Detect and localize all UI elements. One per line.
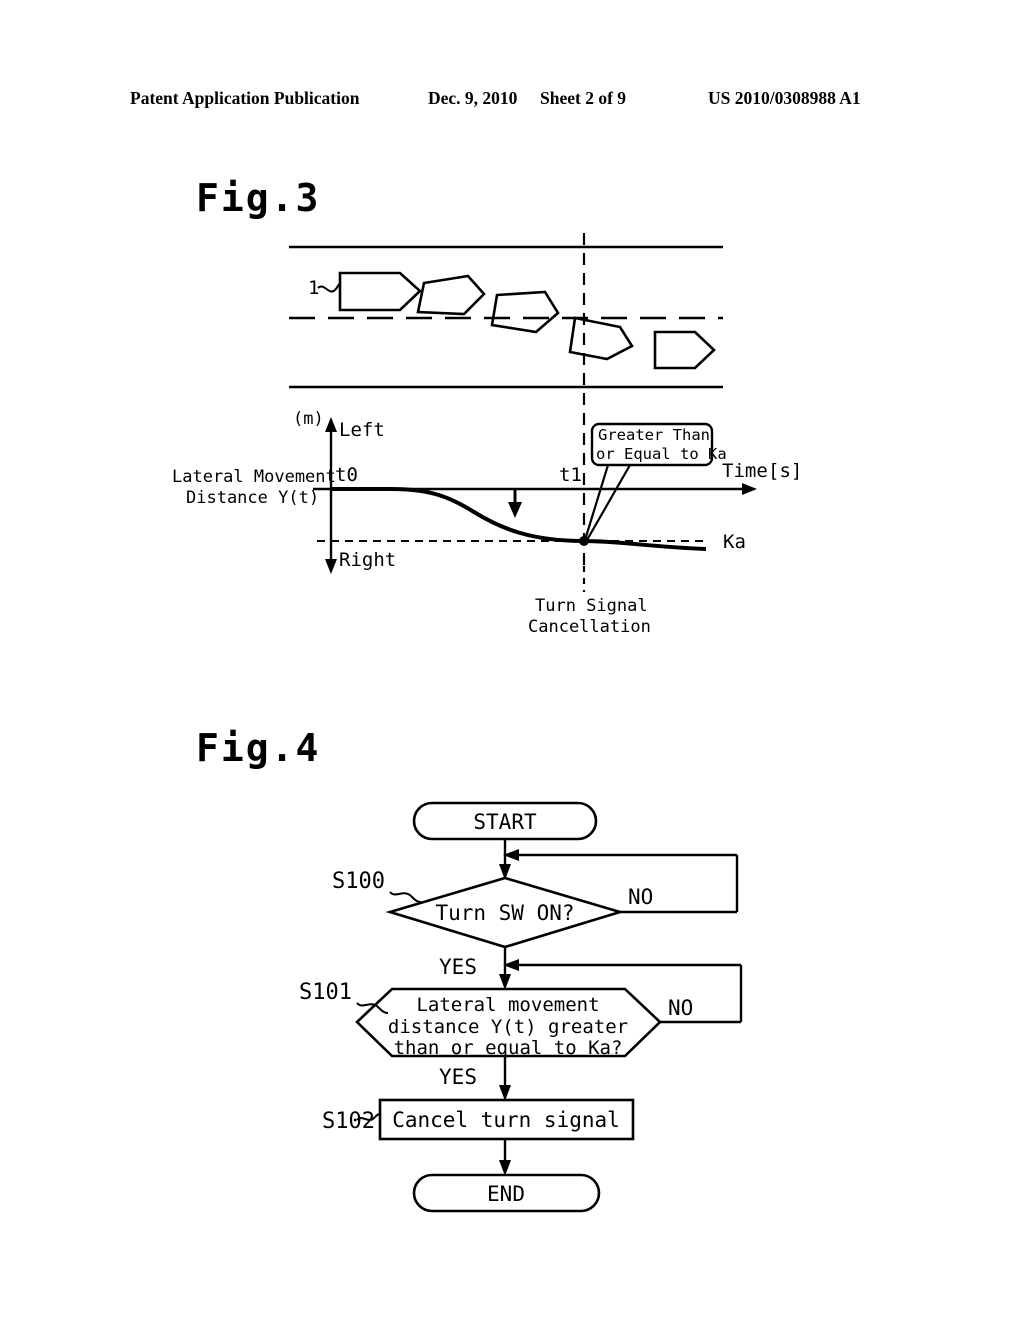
curve-direction-arrowhead xyxy=(508,502,522,518)
s101-decision-shape xyxy=(355,987,662,1058)
flow-arrowhead-start-to-s100 xyxy=(499,864,511,880)
turn-signal-cancellation-line-1: Turn Signal xyxy=(535,596,648,616)
flow-arrowhead-s102-to-end xyxy=(499,1160,511,1176)
vehicle-shape-4 xyxy=(568,316,634,361)
vehicle-label-1: 1 xyxy=(308,277,319,299)
page-header: Patent Application Publication Dec. 9, 2… xyxy=(0,88,1024,114)
header-sheet-label: Sheet 2 of 9 xyxy=(540,88,627,108)
graph-x-axis-unit: [s] xyxy=(768,460,802,482)
s100-decision-label: Turn SW ON? xyxy=(435,901,574,925)
s101-no-branch-label: NO xyxy=(668,996,693,1020)
start-terminator-shape xyxy=(412,801,598,841)
vehicle-shape-2 xyxy=(416,274,486,316)
flow-node-end: END xyxy=(412,1173,601,1213)
graph-y-axis-down-arrowhead xyxy=(325,559,337,574)
s102-process-label: Cancel turn signal xyxy=(392,1108,620,1132)
curve-threshold-intersection-point xyxy=(579,536,589,546)
road-scene: 1 xyxy=(289,233,723,566)
turn-signal-cancellation-line-2: Cancellation xyxy=(528,617,651,637)
end-terminator-label: END xyxy=(487,1182,525,1206)
flow-arrowhead-s101-to-s102 xyxy=(499,1085,511,1101)
flow-arrowhead-s100-no-loop xyxy=(503,849,519,861)
vehicle-shape-1 xyxy=(338,271,422,312)
threshold-ka-label: Ka xyxy=(723,531,746,553)
s100-step-tag: S100 xyxy=(332,869,385,894)
s100-no-branch-label: NO xyxy=(628,885,653,909)
flow-node-start: START xyxy=(412,801,598,841)
s102-process-shape xyxy=(378,1098,635,1141)
figure-3-drawing: 1 Greater Than or Equal to Ka Turn Signa… xyxy=(172,233,802,637)
lateral-movement-graph: Greater Than or Equal to Ka Turn Signal … xyxy=(172,409,802,637)
s100-yes-branch-label: YES xyxy=(439,955,477,979)
vehicle-shape-3 xyxy=(490,290,560,334)
start-terminator-label: START xyxy=(473,810,537,834)
threshold-callout-box xyxy=(590,422,714,467)
vehicle-leader-line xyxy=(317,283,341,293)
callout-pointer-line-left xyxy=(583,464,610,541)
graph-y-axis-down-label: Right xyxy=(339,549,396,571)
s101-decision-label-line-3: than or equal to Ka? xyxy=(394,1037,623,1059)
header-date-label: Dec. 9, 2010 xyxy=(428,88,518,108)
flow-arrowhead-s100-to-s101 xyxy=(499,974,511,990)
graph-x-axis-label: Time xyxy=(722,460,768,482)
s102-step-tag: S102 xyxy=(322,1109,375,1134)
threshold-callout-line-1: Greater Than xyxy=(598,426,710,444)
s100-decision-shape xyxy=(385,876,625,949)
callout-pointer-line-right xyxy=(586,464,631,541)
flow-arrowhead-s101-no-loop xyxy=(503,959,519,971)
s101-decision-label-line-1: Lateral movement xyxy=(416,994,599,1016)
graph-tick-label-t0: t0 xyxy=(335,464,358,486)
s100-step-leader-line xyxy=(389,891,422,903)
figure-4-flowchart: START Turn SW ON? S100 NO YES Lateral mo… xyxy=(299,801,743,1213)
header-patent-number: US 2010/0308988 A1 xyxy=(708,88,861,108)
graph-tick-label-t1: t1 xyxy=(559,464,582,486)
flow-node-s102: Cancel turn signal xyxy=(378,1098,635,1141)
s101-yes-branch-label: YES xyxy=(439,1065,477,1089)
figure-4-caption: Fig.4 xyxy=(196,726,321,770)
s101-step-tag: S101 xyxy=(299,980,352,1005)
graph-y-axis-up-arrowhead xyxy=(325,417,337,432)
end-terminator-shape xyxy=(412,1173,601,1213)
s101-decision-label-line-2: distance Y(t) greater xyxy=(388,1016,628,1038)
header-publication-label: Patent Application Publication xyxy=(130,88,360,108)
s102-step-leader-line xyxy=(356,1113,381,1121)
patent-drawing-page: Patent Application Publication Dec. 9, 2… xyxy=(0,0,1024,1320)
threshold-callout-line-2: or Equal to Ka xyxy=(596,445,727,463)
graph-y-axis-title-line-2: Distance Y(t) xyxy=(186,488,319,508)
figure-3-caption: Fig.3 xyxy=(196,176,321,220)
flow-node-s100: Turn SW ON? xyxy=(385,876,625,949)
graph-y-axis-title-line-1: Lateral Movement xyxy=(172,467,336,487)
vehicle-shape-5 xyxy=(653,330,716,370)
flow-node-s101: Lateral movement distance Y(t) greater t… xyxy=(355,987,662,1059)
s101-step-leader-line xyxy=(356,1002,389,1014)
graph-y-unit-label: (m) xyxy=(293,409,324,429)
lateral-movement-curve xyxy=(331,487,707,551)
graph-x-axis-arrowhead xyxy=(742,483,757,495)
graph-y-axis-up-label: Left xyxy=(339,419,385,441)
